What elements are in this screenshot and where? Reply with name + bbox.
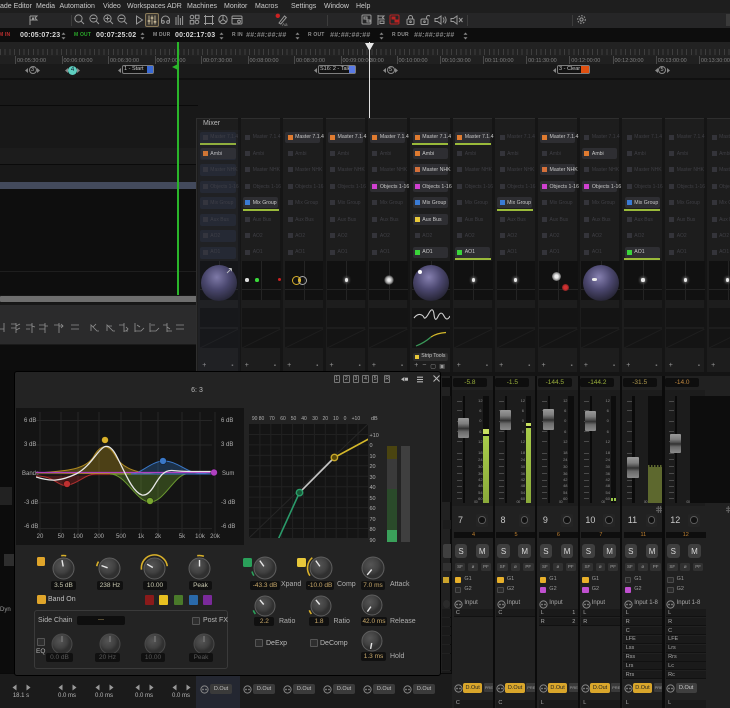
svg-text:Aa: Aa	[282, 22, 288, 27]
